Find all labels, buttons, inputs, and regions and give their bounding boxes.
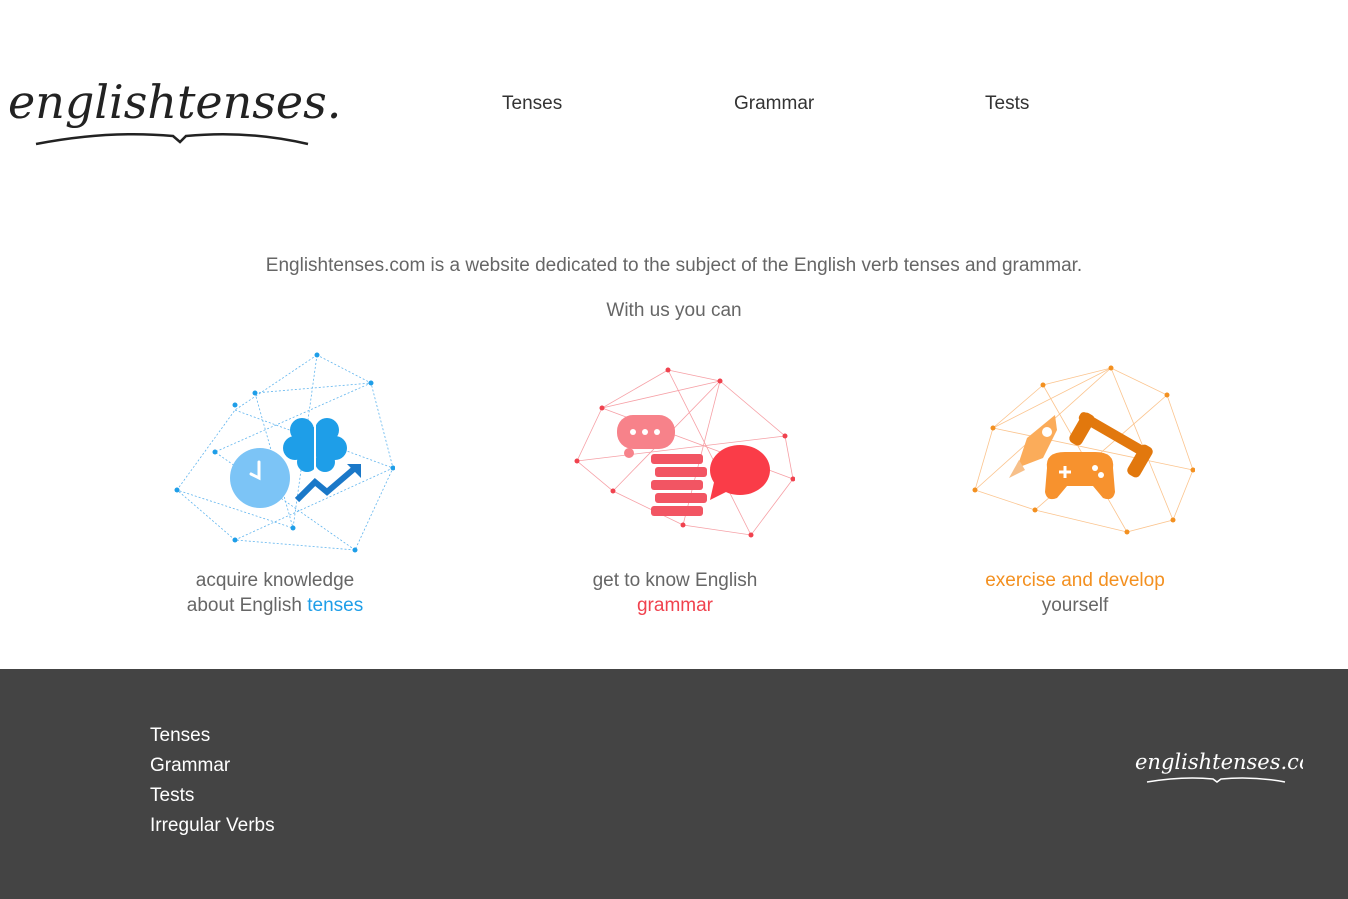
footer-link-grammar[interactable]: Grammar <box>150 751 275 781</box>
feature-exercise[interactable]: exercise and develop yourself <box>945 350 1205 618</box>
svg-text:englishtenses.com: englishtenses.com <box>8 75 343 129</box>
rocket-dumbbell-gamepad-icon <box>972 365 1195 535</box>
feature-tenses-caption: acquire knowledge about English tenses <box>186 570 364 616</box>
footer-nav: Tenses Grammar Tests Irregular Verbs <box>150 721 275 841</box>
intro-text: Englishtenses.com is a website dedicated… <box>265 255 1083 276</box>
footer-link-tests[interactable]: Tests <box>150 781 275 811</box>
exercise-link[interactable]: exercise and develop <box>945 568 1205 593</box>
tenses-link[interactable]: tenses <box>307 595 363 616</box>
footer-link-irregular-verbs[interactable]: Irregular Verbs <box>150 811 275 841</box>
site-footer: Tenses Grammar Tests Irregular Verbs eng… <box>0 669 1348 899</box>
footer-logo[interactable]: englishtenses.com <box>1133 742 1303 792</box>
grammar-link[interactable]: grammar <box>637 595 713 616</box>
footer-link-tenses[interactable]: Tenses <box>150 721 275 751</box>
books-speech-bubbles-icon <box>574 367 795 538</box>
nav-tests[interactable]: Tests <box>985 93 1029 115</box>
nav-grammar[interactable]: Grammar <box>734 93 814 115</box>
svg-text:englishtenses.com: englishtenses.com <box>1135 750 1303 774</box>
feature-grammar-caption: get to know English grammar <box>592 570 758 616</box>
site-logo[interactable]: englishtenses.com <box>8 58 343 153</box>
feature-exercise-caption: exercise and develop yourself <box>945 568 1205 618</box>
feature-tenses[interactable]: acquire knowledge about English tenses <box>145 350 405 618</box>
site-header: englishtenses.com Tenses Grammar Tests <box>0 0 1348 200</box>
brain-clock-growth-icon <box>174 352 395 553</box>
intro-subtext: With us you can <box>606 300 742 321</box>
nav-tenses[interactable]: Tenses <box>502 93 562 115</box>
feature-grammar[interactable]: get to know English grammar <box>545 350 805 618</box>
